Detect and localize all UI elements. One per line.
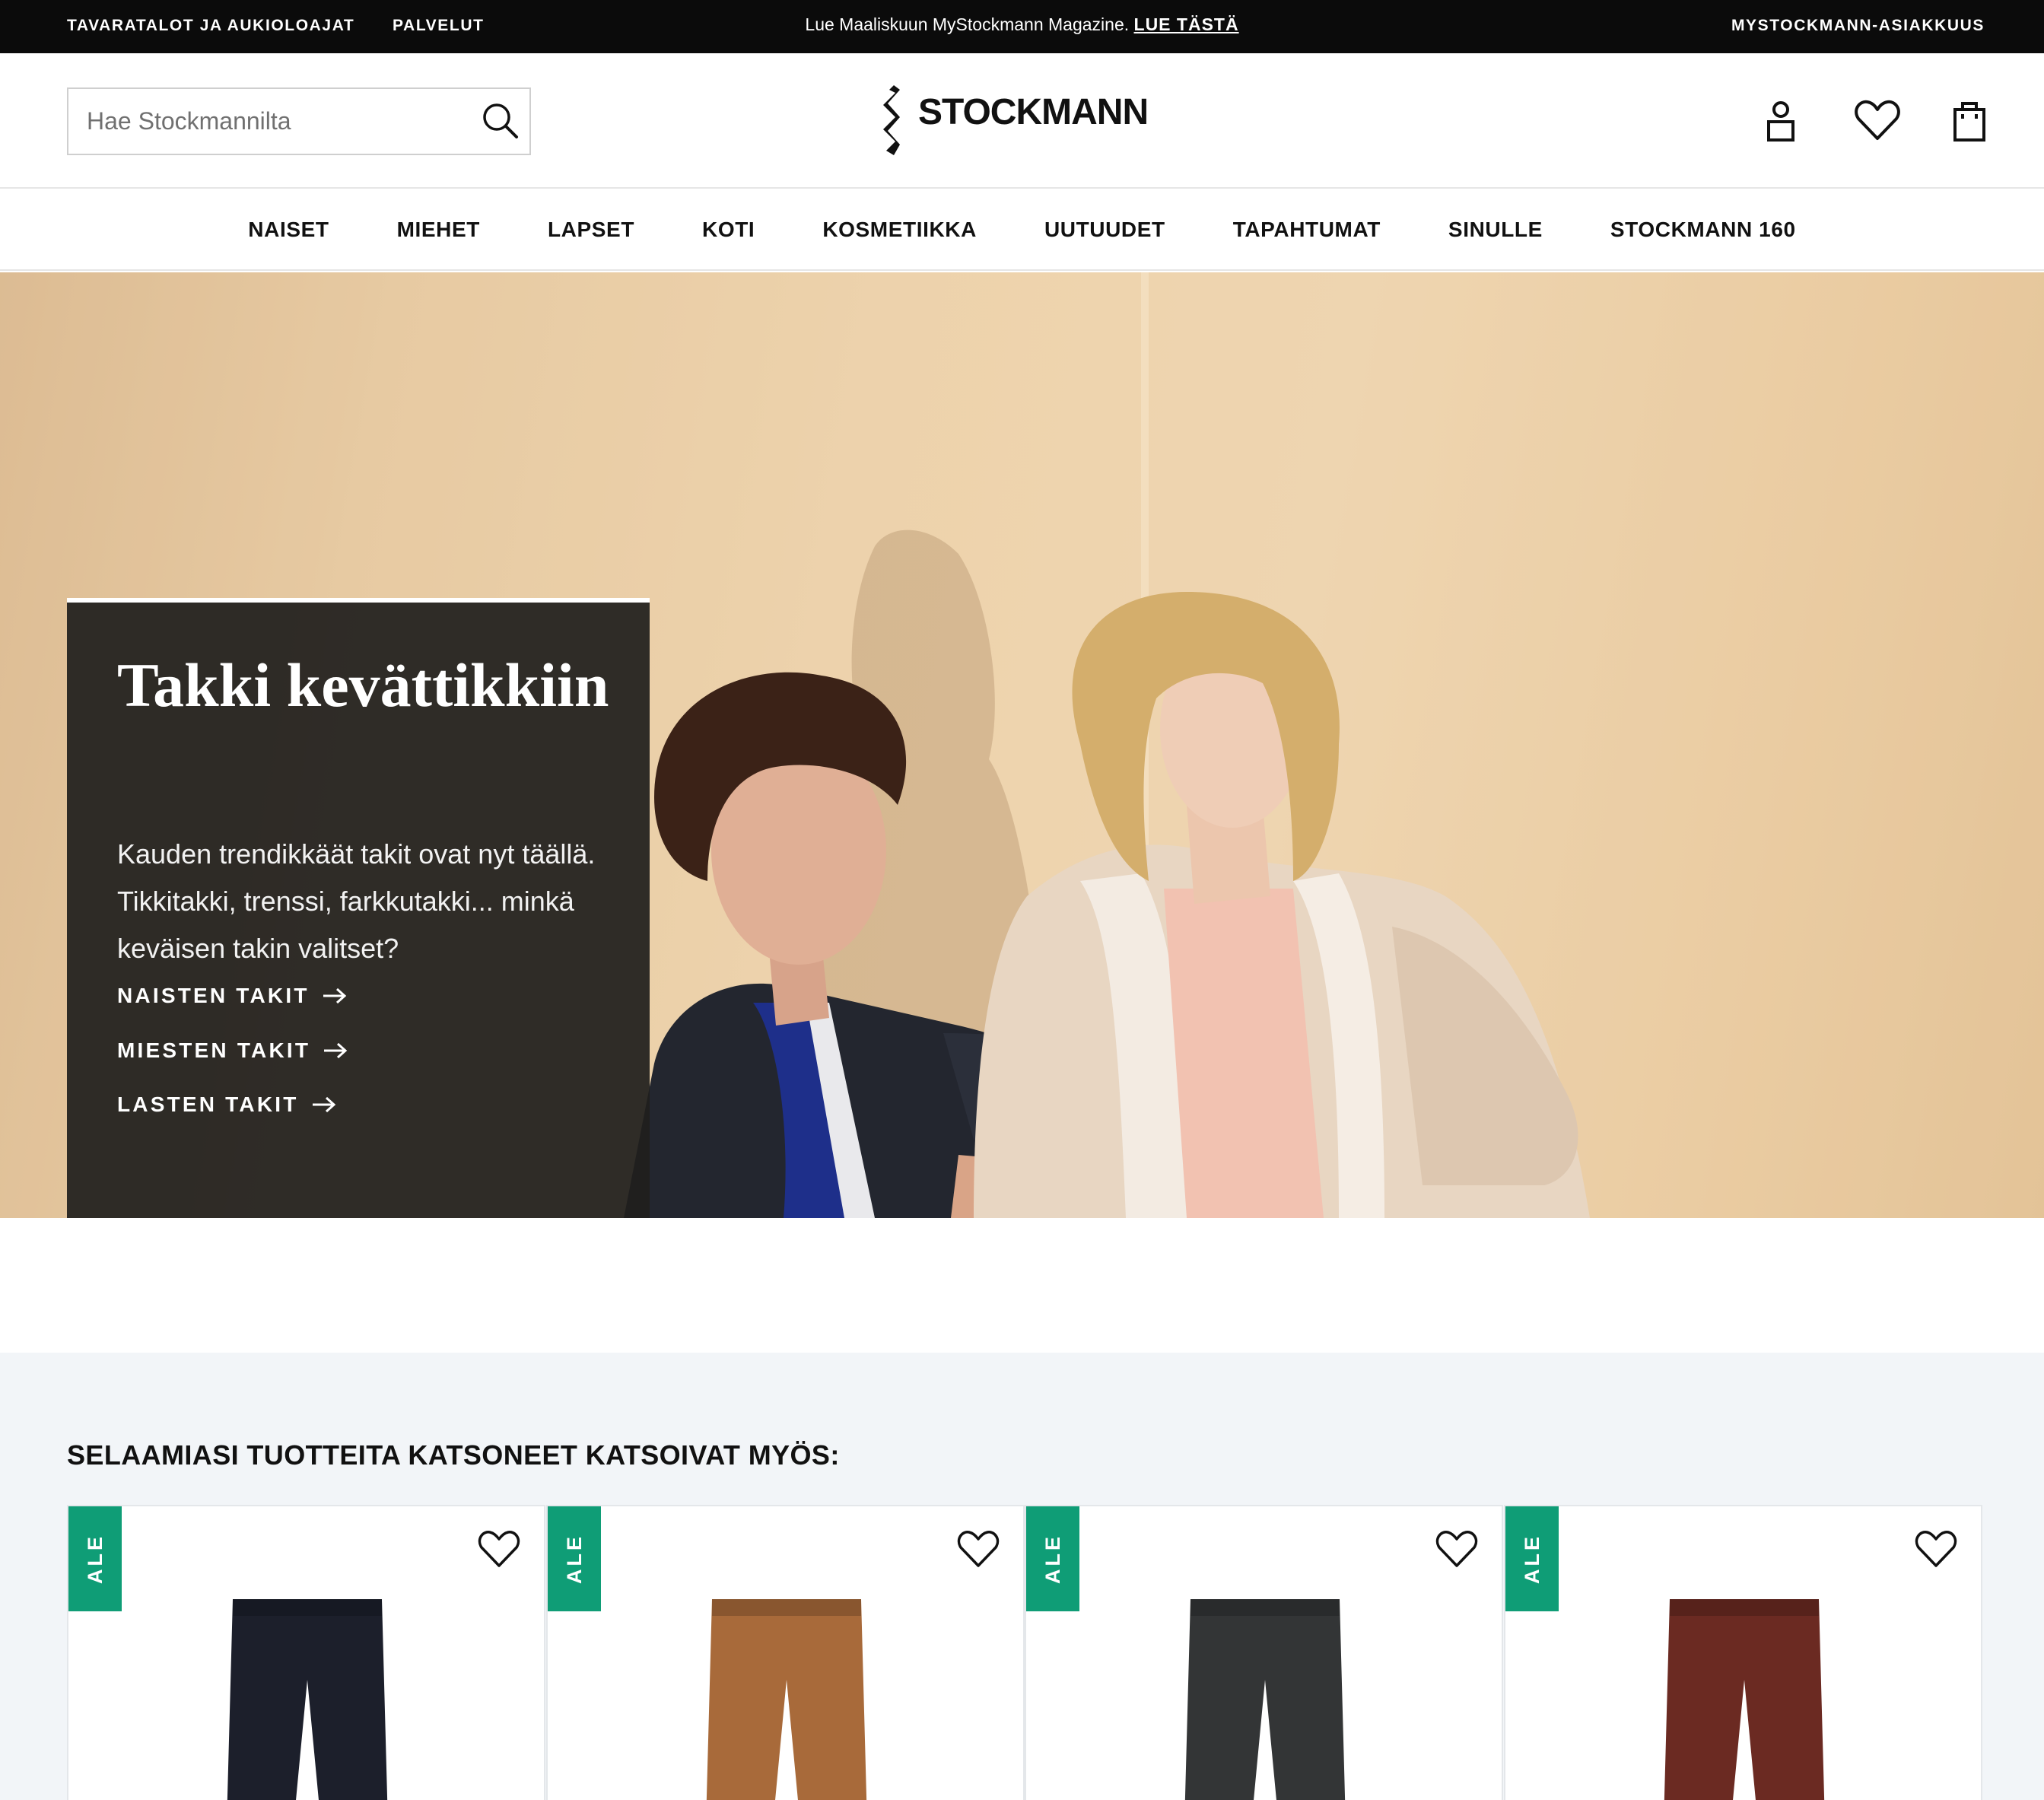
- search-icon[interactable]: [479, 100, 522, 142]
- mystockmann-membership-link[interactable]: MYSTOCKMANN-ASIAKKUUS: [1731, 0, 1985, 53]
- hero-promo-panel: Takki kevättikkiin Kauden trendikkäät ta…: [67, 598, 650, 1218]
- mens-coats-link[interactable]: MIESTEN TAKIT: [117, 1035, 348, 1066]
- site-header: STOCKMANN: [0, 53, 2044, 189]
- wishlist-heart-icon[interactable]: [1435, 1529, 1479, 1569]
- nav-item-kosmetiikka[interactable]: KOSMETIIKKA: [822, 218, 977, 242]
- recommendations-title: SELAAMIASI TUOTTEITA KATSONEET KATSOIVAT…: [67, 1439, 840, 1471]
- arrow-right-icon: [324, 1042, 348, 1059]
- wishlist-heart-icon[interactable]: [477, 1529, 521, 1569]
- announcement-read-link[interactable]: LUE TÄSTÄ: [1134, 14, 1239, 34]
- heart-icon[interactable]: [1854, 97, 1901, 145]
- hero-description: Kauden trendikkäät takit ovat nyt täällä…: [117, 838, 596, 964]
- search-box: [67, 87, 531, 155]
- top-utility-bar: TAVARATALOT JA AUKIOLOAJAT PALVELUT Lue …: [0, 0, 2044, 53]
- search-input[interactable]: [68, 89, 464, 154]
- shopping-bag-icon[interactable]: [1946, 97, 1993, 145]
- announcement-text: Lue Maaliskuun MyStockmann Magazine.: [805, 14, 1130, 34]
- stockmann-anchor-icon: [883, 85, 900, 155]
- wishlist-heart-icon[interactable]: [956, 1529, 1000, 1569]
- sale-badge: ALE: [68, 1506, 122, 1611]
- sale-badge: ALE: [1505, 1506, 1559, 1611]
- nav-item-lapset[interactable]: LAPSET: [548, 218, 634, 242]
- main-navigation: NAISET MIEHET LAPSET KOTI KOSMETIIKKA UU…: [0, 190, 2044, 271]
- product-image-trousers: [1664, 1599, 1825, 1800]
- product-card[interactable]: ALE: [67, 1505, 545, 1800]
- product-card[interactable]: ALE: [1504, 1505, 1982, 1800]
- logo-text: STOCKMANN: [918, 92, 1149, 132]
- arrow-right-icon: [323, 987, 346, 1004]
- nav-item-uutuudet[interactable]: UUTUUDET: [1044, 218, 1165, 242]
- product-card[interactable]: ALE: [546, 1505, 1025, 1800]
- product-image-trousers: [227, 1599, 388, 1800]
- hero-title: Takki kevättikkiin: [117, 650, 609, 720]
- nav-item-koti[interactable]: KOTI: [702, 218, 755, 242]
- stockmann-logo[interactable]: STOCKMANN: [879, 85, 1183, 158]
- womens-coats-label: NAISTEN TAKIT: [117, 984, 310, 1007]
- nav-item-miehet[interactable]: MIEHET: [397, 218, 480, 242]
- arrow-right-icon: [312, 1096, 335, 1113]
- product-image-trousers: [706, 1599, 867, 1800]
- sale-badge: ALE: [1026, 1506, 1079, 1611]
- kids-coats-label: LASTEN TAKIT: [117, 1092, 299, 1116]
- mens-coats-label: MIESTEN TAKIT: [117, 1038, 311, 1062]
- sale-badge: ALE: [548, 1506, 601, 1611]
- womens-coats-link[interactable]: NAISTEN TAKIT: [117, 981, 348, 1011]
- nav-item-naiset[interactable]: NAISET: [248, 218, 329, 242]
- product-image-trousers: [1184, 1599, 1346, 1800]
- product-card[interactable]: ALE: [1025, 1505, 1503, 1800]
- nav-item-tapahtumat[interactable]: TAPAHTUMAT: [1233, 218, 1381, 242]
- nav-item-stockmann-160[interactable]: STOCKMANN 160: [1610, 218, 1796, 242]
- recommendations-section: SELAAMIASI TUOTTEITA KATSONEET KATSOIVAT…: [0, 1353, 2044, 1800]
- kids-coats-link[interactable]: LASTEN TAKIT: [117, 1089, 337, 1120]
- account-icon[interactable]: [1757, 97, 1804, 145]
- nav-item-sinulle[interactable]: SINULLE: [1448, 218, 1543, 242]
- wishlist-heart-icon[interactable]: [1914, 1529, 1958, 1569]
- hero-banner[interactable]: Takki kevättikkiin Kauden trendikkäät ta…: [0, 272, 2044, 1218]
